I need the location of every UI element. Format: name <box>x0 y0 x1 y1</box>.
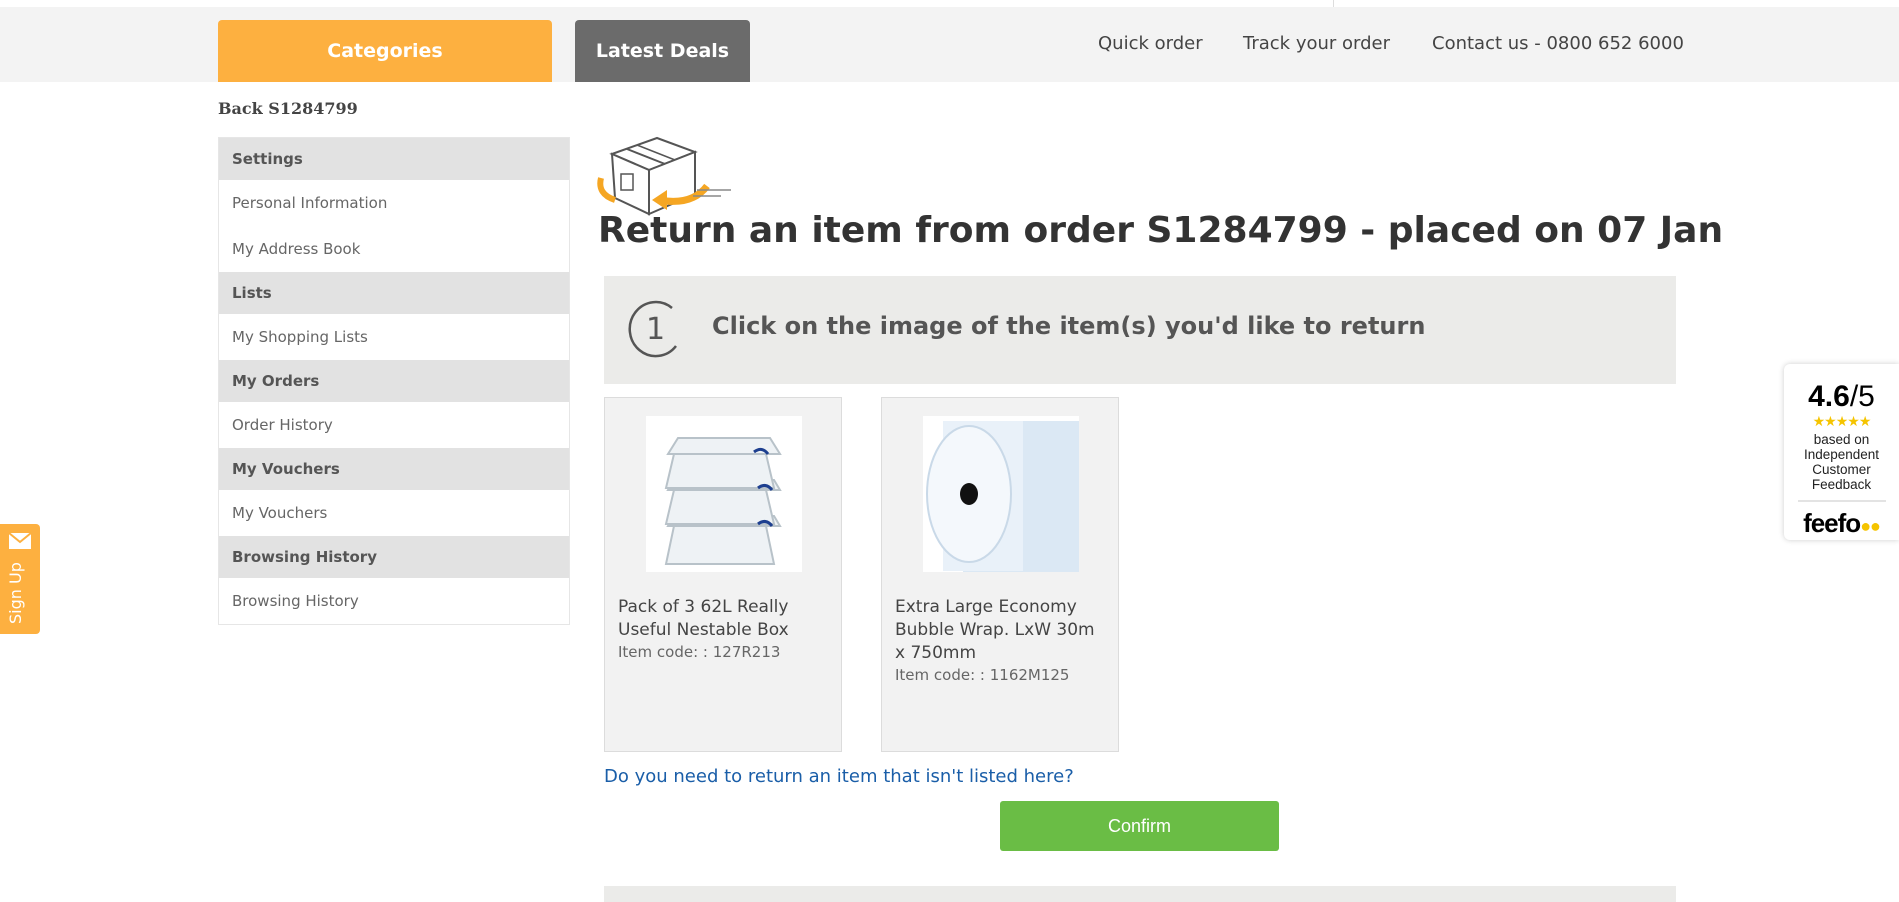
product-name-text: Extra Large Economy Bubble Wrap. LxW 30m… <box>895 597 1095 663</box>
sidebar-item-vouchers[interactable]: My Vouchers <box>219 490 569 536</box>
envelope-icon <box>8 532 32 549</box>
feefo-logo-text: feefo <box>1803 508 1861 538</box>
sidebar-heading-settings: Settings <box>219 138 569 180</box>
item-code: Item code: : 127R213 <box>618 643 781 661</box>
next-step-banner <box>604 886 1676 902</box>
sidebar-heading-lists: Lists <box>219 272 569 314</box>
feefo-rating-widget[interactable]: 4.6/5 ★★★★★ based on Independent Custome… <box>1784 364 1899 540</box>
step-instruction: Click on the image of the item(s) you'd … <box>712 312 1426 340</box>
sidebar-heading-browsing-history: Browsing History <box>219 536 569 578</box>
confirm-button[interactable]: Confirm <box>1000 801 1279 851</box>
signup-tab[interactable]: Sign Up <box>0 524 40 634</box>
back-link[interactable]: Back S1284799 <box>218 99 358 118</box>
step-number: 1 <box>646 312 666 347</box>
divider <box>1797 500 1886 502</box>
contact-link[interactable]: Contact us - 0800 652 6000 <box>1432 33 1684 54</box>
feefo-logo: feefo●● <box>1803 508 1881 538</box>
item-not-listed-link[interactable]: Do you need to return an item that isn't… <box>604 766 1074 787</box>
sidebar-item-order-history[interactable]: Order History <box>219 402 569 448</box>
return-item-card[interactable]: Pack of 3 62L Really Useful Nestable Box… <box>604 397 842 752</box>
sidebar-item-personal-information[interactable]: Personal Information <box>219 180 569 226</box>
product-image-storage-boxes[interactable] <box>646 416 802 572</box>
return-item-card[interactable]: Extra Large Economy Bubble Wrap. LxW 30m… <box>881 397 1119 752</box>
feefo-score: 4.6/5 <box>1784 380 1899 414</box>
return-box-icon <box>597 136 731 216</box>
item-code: Item code: : 1162M125 <box>895 666 1070 684</box>
sidebar-item-shopping-lists[interactable]: My Shopping Lists <box>219 314 569 360</box>
site-header: Categories Latest Deals Quick order Trac… <box>0 7 1899 82</box>
feefo-score-value: 4.6 <box>1808 380 1850 413</box>
latest-deals-button[interactable]: Latest Deals <box>575 20 750 82</box>
top-strip <box>0 0 1899 7</box>
product-name: Extra Large Economy Bubble Wrap. LxW 30m… <box>895 596 1110 685</box>
product-name: Pack of 3 62L Really Useful Nestable Box… <box>618 596 833 662</box>
star-rating-icon: ★★★★★ <box>1812 413 1872 429</box>
quick-order-link[interactable]: Quick order <box>1098 33 1203 54</box>
sidebar-item-address-book[interactable]: My Address Book <box>219 226 569 272</box>
product-image-bubble-wrap[interactable] <box>923 416 1079 572</box>
signup-label: Sign Up <box>6 562 25 624</box>
sidebar-heading-orders: My Orders <box>219 360 569 402</box>
categories-button[interactable]: Categories <box>218 20 552 82</box>
page-title: Return an item from order S1284799 - pla… <box>598 210 1724 251</box>
sidebar-heading-vouchers: My Vouchers <box>219 448 569 490</box>
sidebar-item-browsing-history[interactable]: Browsing History <box>219 578 569 624</box>
step-banner: 1 Click on the image of the item(s) you'… <box>604 276 1676 384</box>
divider <box>1333 0 1334 7</box>
track-order-link[interactable]: Track your order <box>1243 33 1390 54</box>
feefo-score-max: /5 <box>1849 380 1875 413</box>
account-sidebar: Settings Personal Information My Address… <box>218 137 570 625</box>
feefo-caption: based on Independent Customer Feedback <box>1803 432 1880 492</box>
product-name-text: Pack of 3 62L Really Useful Nestable Box <box>618 597 789 640</box>
